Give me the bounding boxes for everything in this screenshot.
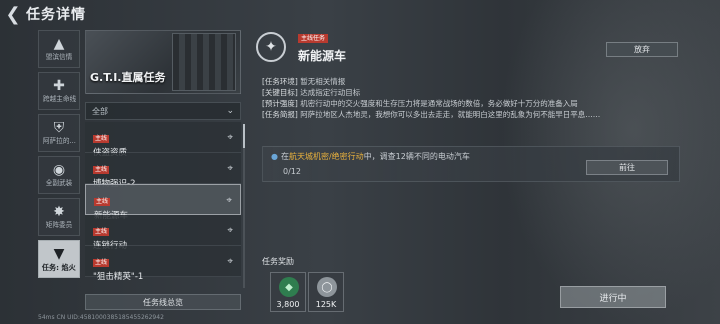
info-key: [预计强度] bbox=[262, 99, 298, 108]
green-badge-icon: ◆ bbox=[279, 277, 299, 297]
info-value: 机密行动中的交火强度和生存压力将是通常战场的数倍，务必做好十万分的准备入局 bbox=[300, 99, 578, 108]
filter-label: 全部 bbox=[92, 106, 108, 116]
info-row: [任务环境] 暂无相关情报 bbox=[262, 76, 682, 87]
sidebar-item-4[interactable]: ◉ 全副武装 bbox=[38, 156, 80, 194]
info-value: 阿萨拉地区人杰地灵，我想你可以多出去走走，就能明白这里的乱象为何不能早日平息…… bbox=[300, 110, 601, 119]
target-icon[interactable]: ⌖ bbox=[227, 163, 233, 174]
mission-tag: 主线 bbox=[93, 135, 110, 143]
banner-title: G.T.I.直属任务 bbox=[90, 71, 166, 84]
mission-tag: 主线 bbox=[93, 259, 110, 267]
list-item[interactable]: 主线 连锁行动 ⌖ bbox=[85, 215, 241, 251]
objective-prefix: 在 bbox=[280, 152, 289, 161]
cross-icon: ✚ bbox=[53, 78, 65, 94]
info-value: 暂无相关情报 bbox=[300, 77, 346, 86]
mission-banner: G.T.I.直属任务 bbox=[85, 30, 241, 94]
sidebar-item-label: 全副武装 bbox=[45, 179, 73, 187]
crate-image bbox=[172, 33, 236, 91]
in-progress-button[interactable]: 进行中 bbox=[560, 286, 666, 308]
sidebar-item-3[interactable]: ⛨ 阿萨拉的... bbox=[38, 114, 80, 152]
sidebar-item-label: 跨越主命线 bbox=[42, 95, 76, 103]
mission-tag: 主线 bbox=[93, 166, 110, 174]
list-item[interactable]: 主线 博物强识-2 ⌖ bbox=[85, 153, 241, 189]
circle-icon: ◉ bbox=[52, 162, 66, 178]
objective-highlight: 航天城机密/绝密行动 bbox=[288, 152, 364, 161]
mission-info: [任务环境] 暂无相关情报 [关键目标] 达成指定行动目标 [预计强度] 机密行… bbox=[262, 76, 682, 120]
mission-name: "狙击精英"-1 bbox=[93, 272, 144, 282]
sidebar-item-1[interactable]: ▲ 盟滨信情 bbox=[38, 30, 80, 68]
sidebar-item-6[interactable]: ▼ 任务: 焰火 bbox=[38, 240, 80, 278]
sidebar-item-2[interactable]: ✚ 跨越主命线 bbox=[38, 72, 80, 110]
reward-value: 125K bbox=[315, 300, 337, 309]
info-key: [关键目标] bbox=[262, 88, 298, 97]
target-icon[interactable]: ⌖ bbox=[227, 256, 233, 267]
info-row: [任务简报] 阿萨拉地区人杰地灵，我想你可以多出去走走，就能明白这里的乱象为何不… bbox=[262, 109, 682, 120]
sidebar-item-label: 任务: 焰火 bbox=[42, 262, 76, 272]
mission-title: 新能源车 bbox=[298, 49, 347, 63]
list-item[interactable]: 主线 "狙击精英"-1 ⌖ bbox=[85, 246, 241, 282]
filter-dropdown[interactable]: 全部 ⌄ bbox=[85, 102, 241, 120]
chevron-down-icon: ⌄ bbox=[226, 106, 234, 116]
abandon-button[interactable]: 放弃 bbox=[606, 42, 678, 57]
chevron-left-icon[interactable]: ❮ bbox=[0, 0, 26, 28]
info-dot-icon: ● bbox=[271, 152, 278, 161]
mission-tag: 主线 bbox=[94, 198, 111, 206]
info-value: 达成指定行动目标 bbox=[300, 88, 361, 97]
sidebar-item-label: 盟滨信情 bbox=[45, 53, 73, 61]
objective-progress: 0/12 bbox=[283, 167, 301, 176]
info-row: [关键目标] 达成指定行动目标 bbox=[262, 87, 682, 98]
page-title: 任务详情 bbox=[26, 7, 86, 23]
shield-icon: ⛨ bbox=[53, 120, 65, 136]
info-key: [任务环境] bbox=[262, 77, 298, 86]
target-icon[interactable]: ⌖ bbox=[227, 225, 233, 236]
scrollbar-thumb[interactable] bbox=[243, 124, 245, 148]
reward-item[interactable]: ◆ 3,800 bbox=[270, 272, 306, 312]
info-row: [预计强度] 机密行动中的交火强度和生存压力将是通常战场的数倍，务必做好十万分的… bbox=[262, 98, 682, 109]
silver-coin-icon: ◯ bbox=[317, 277, 337, 297]
sidebar-item-label: 阿萨拉的... bbox=[42, 137, 76, 145]
wings-emblem-icon: ✦ bbox=[256, 32, 286, 62]
star-icon: ✸ bbox=[53, 204, 65, 220]
mission-list: 主线 侠盗资质 ⌖ 主线 博物强识-2 ⌖ 主线 新能源车 ⌖ 主线 连锁行动 … bbox=[85, 122, 241, 282]
overview-button[interactable]: 任务线总览 bbox=[85, 294, 241, 310]
header-bar: ❮ 任务详情 bbox=[0, 0, 720, 28]
objective-text: ● 在航天城机密/绝密行动中，调查12辆不同的电动汽车 bbox=[271, 151, 470, 162]
sidebar-item-label: 矩阵委员 bbox=[45, 221, 73, 229]
triangle-logo-icon: ▲ bbox=[53, 36, 65, 52]
reward-item[interactable]: ◯ 125K bbox=[308, 272, 344, 312]
footer-status: 54ms CN UID:4581000385185455262942 bbox=[38, 314, 164, 321]
list-item[interactable]: 主线 新能源车 ⌖ bbox=[85, 184, 241, 221]
mission-list-panel: G.T.I.直属任务 全部 ⌄ 主线 侠盗资质 ⌖ 主线 博物强识-2 ⌖ 主线… bbox=[85, 30, 241, 290]
target-icon[interactable]: ⌖ bbox=[226, 195, 232, 206]
sidebar: ▲ 盟滨信情 ✚ 跨越主命线 ⛨ 阿萨拉的... ◉ 全副武装 ✸ 矩阵委员 ▼… bbox=[38, 30, 80, 282]
sidebar-item-5[interactable]: ✸ 矩阵委员 bbox=[38, 198, 80, 236]
v-logo-icon: ▼ bbox=[53, 245, 65, 262]
goto-button[interactable]: 前往 bbox=[586, 160, 668, 175]
detail-tag: 主线任务 bbox=[298, 34, 329, 43]
list-scrollbar[interactable] bbox=[243, 124, 245, 288]
list-item[interactable]: 主线 侠盗资质 ⌖ bbox=[85, 122, 241, 158]
target-icon[interactable]: ⌖ bbox=[227, 132, 233, 143]
rewards-label: 任务奖励 bbox=[262, 257, 294, 266]
objective-suffix: 中，调查12辆不同的电动汽车 bbox=[363, 152, 470, 161]
reward-value: 3,800 bbox=[276, 300, 300, 309]
info-key: [任务简报] bbox=[262, 110, 298, 119]
mission-tag: 主线 bbox=[93, 228, 110, 236]
